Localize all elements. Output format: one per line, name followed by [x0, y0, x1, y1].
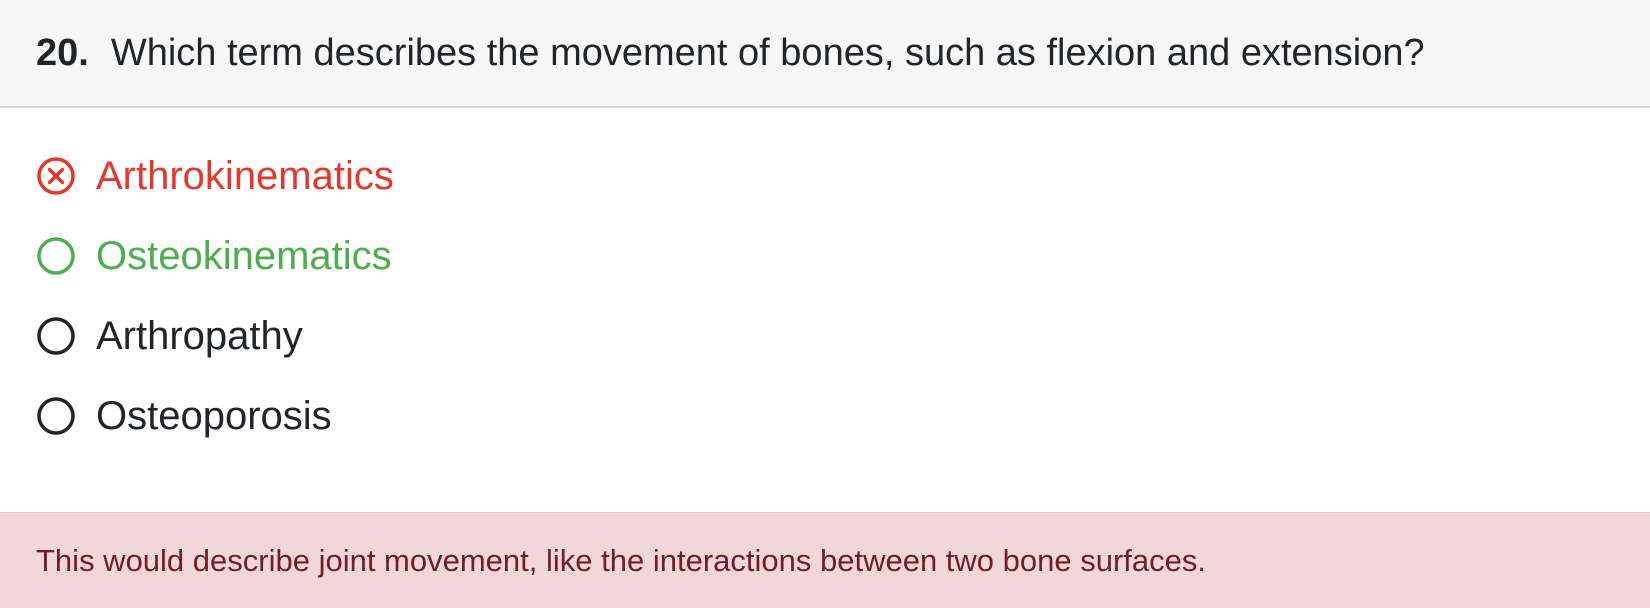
answer-option-label: Arthropathy	[96, 313, 303, 358]
answer-option-arthropathy[interactable]: Arthropathy	[0, 296, 1650, 376]
answer-option-osteokinematics[interactable]: Osteokinematics	[0, 216, 1650, 296]
quiz-question-card: 20. Which term describes the movement of…	[0, 0, 1650, 608]
answer-option-label: Osteokinematics	[96, 233, 392, 278]
feedback-panel: This would describe joint movement, like…	[0, 512, 1650, 608]
circle-icon	[36, 316, 76, 356]
answer-option-osteoporosis[interactable]: Osteoporosis	[0, 376, 1650, 456]
answer-options: Arthrokinematics Osteokinematics Arthrop…	[0, 108, 1650, 512]
answer-option-label: Arthrokinematics	[96, 153, 394, 198]
question-number: 20.	[36, 31, 89, 74]
answer-option-label: Osteoporosis	[96, 393, 332, 438]
circle-icon	[36, 396, 76, 436]
question-text: Which term describes the movement of bon…	[110, 31, 1425, 74]
feedback-text: This would describe joint movement, like…	[36, 542, 1206, 578]
answer-option-arthrokinematics[interactable]: Arthrokinematics	[0, 136, 1650, 216]
question-header: 20. Which term describes the movement of…	[0, 0, 1650, 108]
circle-icon	[36, 236, 76, 276]
x-circle-icon	[36, 156, 76, 196]
